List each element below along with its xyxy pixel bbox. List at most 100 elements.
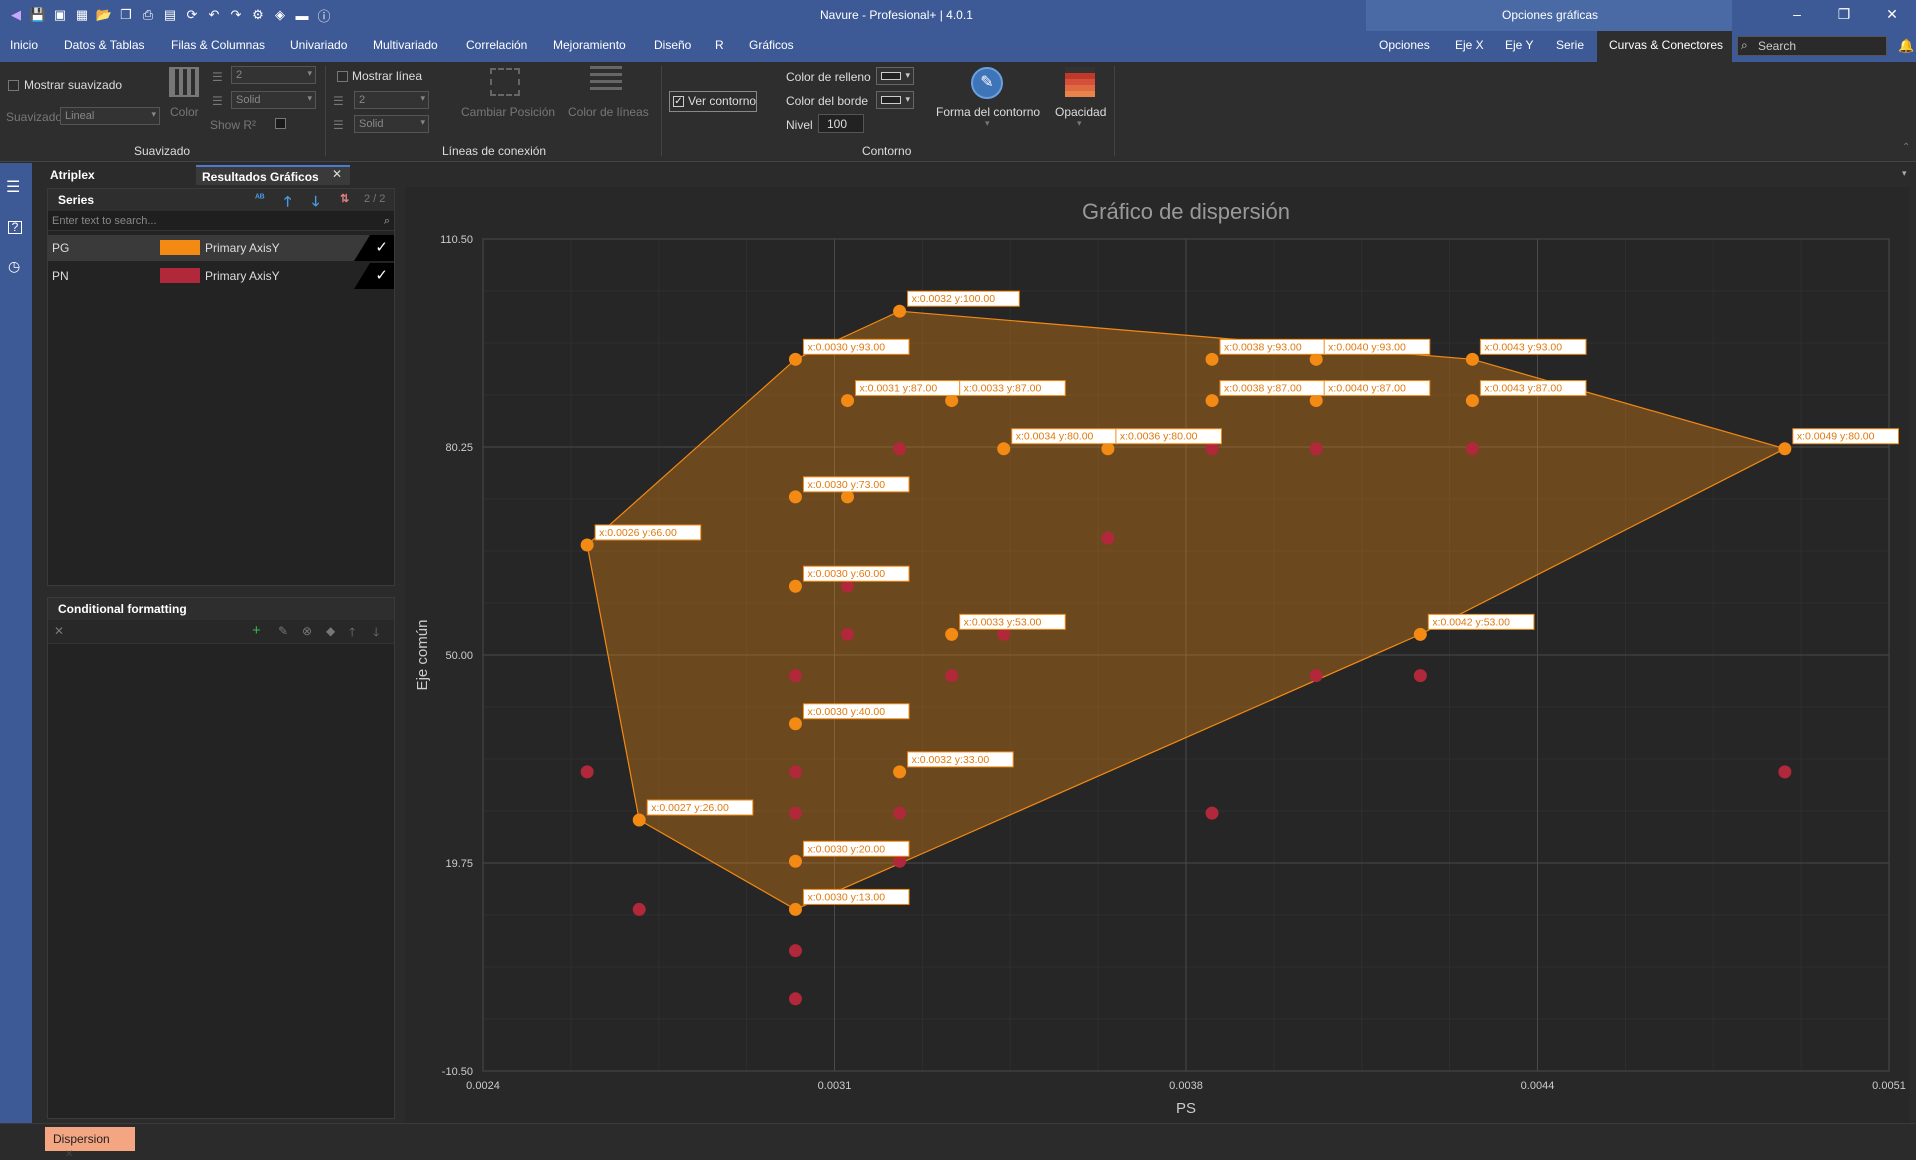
clear-icon[interactable]: ✕	[54, 624, 64, 638]
menu-univariado[interactable]: Univariado	[290, 38, 347, 52]
series-point-pg	[788, 579, 802, 593]
undo-icon[interactable]: ↶	[206, 7, 222, 23]
search-icon: ⌕	[1741, 38, 1748, 52]
refresh-icon[interactable]: ⟳	[184, 7, 200, 23]
tab-opciones[interactable]: Opciones	[1379, 38, 1430, 52]
delete-icon[interactable]: ⊗	[302, 624, 312, 638]
series-point-pg	[1465, 352, 1479, 366]
data-label: x:0.0033 y:53.00	[964, 616, 1042, 628]
data-label: x:0.0038 y:87.00	[1224, 383, 1302, 395]
check-icon[interactable]: ✓	[354, 263, 394, 289]
hamburger-icon[interactable]: ☰	[6, 177, 20, 197]
smoothing-width-dropdown[interactable]: 2	[231, 66, 316, 84]
menu-multivariado[interactable]: Multivariado	[373, 38, 438, 52]
menu-diseno[interactable]: Diseño	[654, 38, 691, 52]
show-line-checkbox[interactable]	[337, 71, 348, 82]
sort-icon[interactable]: ⇅	[340, 192, 349, 205]
series-point-pg	[1778, 442, 1792, 456]
redo-icon[interactable]: ↷	[228, 7, 244, 23]
calculator-icon[interactable]: ▤	[162, 7, 178, 23]
tab-atriplex[interactable]: Atriplex	[44, 165, 101, 185]
level-spinner[interactable]: 100	[818, 114, 864, 133]
document-tab-dispersion[interactable]: Dispersion ✕	[45, 1127, 135, 1160]
eraser-icon[interactable]: ◆	[326, 624, 335, 638]
x-axis-label: PS	[1176, 1100, 1196, 1117]
data-label: x:0.0032 y:33.00	[912, 754, 990, 766]
contour-shape-icon[interactable]: ✎	[971, 67, 1003, 99]
data-label: x:0.0030 y:60.00	[807, 568, 885, 580]
notification-icon[interactable]: 🔔	[1898, 38, 1914, 54]
sort-alpha-icon[interactable]: ᴬᴮ	[255, 193, 264, 204]
conn-style-dropdown[interactable]: Solid	[354, 115, 429, 133]
menu-graficos[interactable]: Gráficos	[749, 38, 794, 52]
search-input[interactable]: Search	[1737, 36, 1887, 56]
menu-mejoramiento[interactable]: Mejoramiento	[553, 38, 626, 52]
search-icon: ⌕	[383, 215, 390, 227]
tab-eje-x[interactable]: Eje X	[1455, 38, 1484, 52]
series-color-swatch[interactable]	[160, 240, 200, 255]
new-table-icon[interactable]: ▦	[74, 7, 90, 23]
close-icon[interactable]: ✕	[1882, 6, 1902, 23]
move-down-icon[interactable]: 🡓	[373, 623, 379, 644]
check-icon[interactable]: ✓	[354, 235, 394, 261]
collapse-ribbon-icon[interactable]: ⌃	[1902, 142, 1910, 153]
series-row[interactable]: PN Primary AxisY ✓	[48, 263, 394, 289]
series-count: 2 / 2	[364, 193, 386, 205]
smoothing-style-dropdown[interactable]: Solid	[231, 91, 316, 109]
smoothing-type-dropdown[interactable]: Lineal	[60, 107, 160, 125]
series-name: PN	[52, 269, 69, 283]
menu-datos[interactable]: Datos & Tablas	[64, 38, 145, 52]
close-tab-icon[interactable]: ✕	[332, 167, 342, 181]
layout-icon[interactable]: ▬	[294, 7, 310, 23]
help-icon[interactable]: ?	[8, 221, 22, 234]
x-tick-label: 0.0024	[466, 1080, 500, 1092]
history-icon[interactable]: ◷	[8, 258, 20, 275]
print-icon[interactable]: ⎙	[140, 7, 156, 23]
chart-title: Gráfico de dispersión	[1082, 199, 1290, 224]
edit-icon[interactable]: ✎	[278, 624, 288, 638]
conn-width-dropdown[interactable]: 2	[354, 91, 429, 109]
series-row[interactable]: PG Primary AxisY ✓	[48, 235, 394, 261]
border-color-picker[interactable]	[876, 91, 914, 109]
show-contour-checkbox[interactable]: ✓	[673, 96, 684, 107]
series-search-input[interactable]: Enter text to search...	[48, 211, 394, 231]
tab-serie[interactable]: Serie	[1556, 38, 1584, 52]
open-folder-icon[interactable]: 📂	[96, 7, 112, 23]
chevron-down-icon[interactable]: ▾	[1902, 168, 1907, 179]
line-color-icon[interactable]	[590, 66, 622, 94]
theme-icon[interactable]: ◈	[272, 7, 288, 23]
menu-r[interactable]: R	[715, 38, 724, 52]
fill-color-picker[interactable]	[876, 67, 914, 85]
opacity-icon[interactable]	[1065, 67, 1095, 97]
menu-correlacion[interactable]: Correlación	[466, 38, 527, 52]
save-all-icon[interactable]: ▣	[52, 7, 68, 23]
save-icon[interactable]: 💾	[30, 7, 46, 23]
show-smoothing-checkbox[interactable]	[8, 80, 19, 91]
tab-eje-y[interactable]: Eje Y	[1505, 38, 1533, 52]
data-label: x:0.0026 y:66.00	[599, 527, 677, 539]
tab-curvas-conectores[interactable]: Curvas & Conectores	[1609, 38, 1723, 52]
x-tick-label: 0.0031	[818, 1080, 852, 1092]
data-label: x:0.0030 y:20.00	[807, 843, 885, 855]
copy-icon[interactable]: ❐	[118, 7, 134, 23]
tab-resultados[interactable]: Resultados Gráficos	[196, 165, 350, 185]
info-icon[interactable]: ⓘ	[316, 7, 332, 24]
series-point-pg	[580, 538, 594, 552]
add-icon[interactable]: +	[252, 622, 261, 639]
series-color-swatch[interactable]	[160, 268, 200, 283]
show-r2-checkbox[interactable]	[275, 118, 286, 129]
menu-filas[interactable]: Filas & Columnas	[171, 38, 265, 52]
change-position-icon[interactable]	[490, 68, 520, 96]
chevron-down-icon: ▾	[985, 118, 990, 128]
chevron-down-icon: ▾	[1077, 118, 1082, 128]
menu-inicio[interactable]: Inicio	[10, 38, 38, 52]
move-up-icon[interactable]: 🡑	[349, 623, 355, 644]
minimize-icon[interactable]: –	[1787, 6, 1807, 22]
smoothing-color-icon[interactable]	[169, 67, 199, 97]
scatter-chart[interactable]: 0.0024 0.0031 0.0038 0.0044 0.0051 -10.50 19.7…	[405, 187, 1910, 1123]
settings-icon[interactable]: ⚙	[250, 7, 266, 23]
show-line-label: Mostrar línea	[352, 69, 423, 83]
data-label: x:0.0030 y:40.00	[807, 706, 885, 718]
close-tab-icon[interactable]: ✕	[65, 1149, 73, 1160]
restore-icon[interactable]: ❐	[1834, 6, 1854, 23]
